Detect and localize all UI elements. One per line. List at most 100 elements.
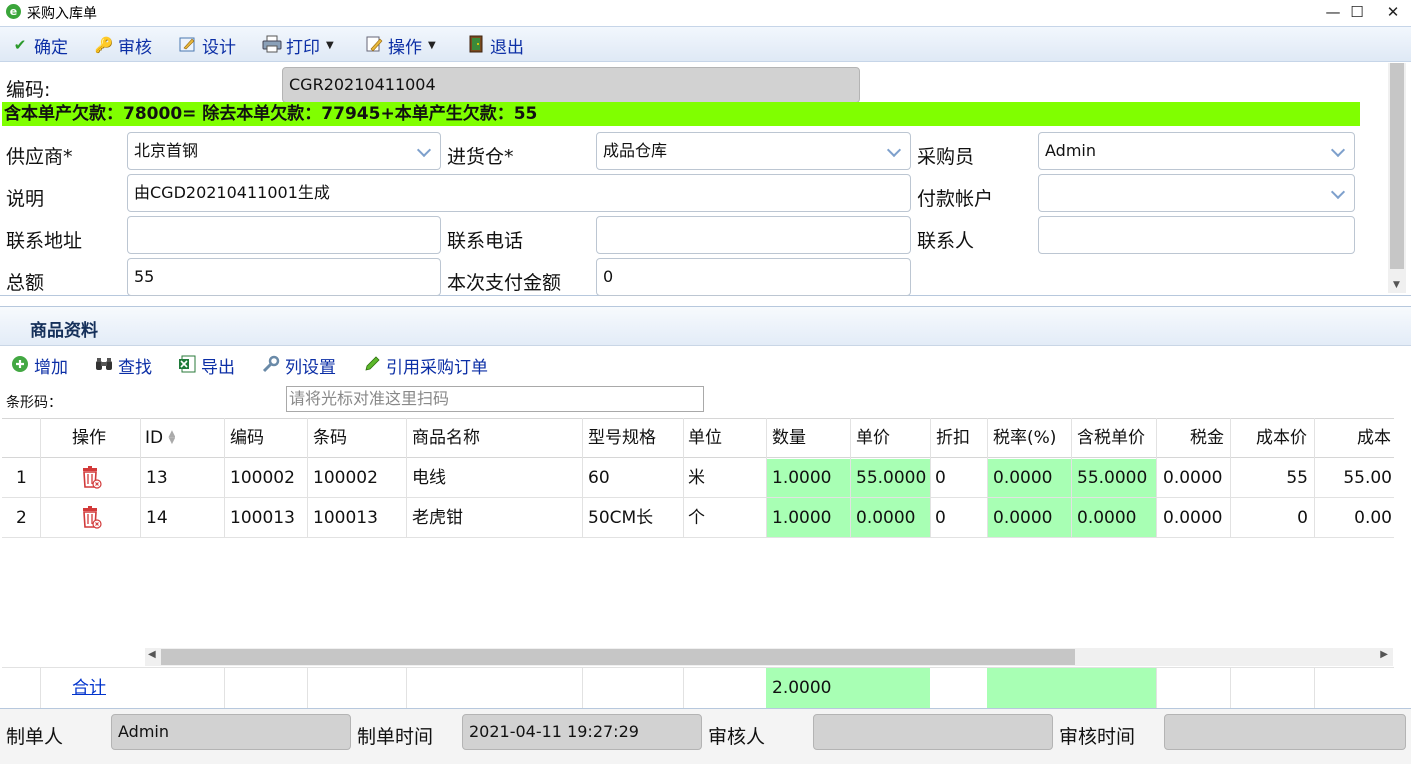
goods-panel-header: 商品资料: [0, 306, 1411, 346]
delete-row-icon[interactable]: [80, 465, 102, 489]
audit-label: 审核: [118, 37, 152, 58]
note-input[interactable]: 由CGD20210411001生成: [127, 174, 911, 212]
grid-horizontal-scrollbar[interactable]: ◀ ▶: [145, 648, 1393, 666]
cell-taxprice[interactable]: 0.0000: [1077, 508, 1136, 528]
chevron-down-icon[interactable]: [1324, 133, 1354, 169]
col-header-code[interactable]: 编码: [230, 428, 264, 448]
chevron-down-icon[interactable]: [1324, 175, 1354, 211]
address-input[interactable]: [127, 216, 441, 254]
column-settings-button[interactable]: 列设置: [261, 353, 336, 378]
col-header-discount[interactable]: 折扣: [936, 428, 970, 448]
cell-costprice: 55: [1286, 468, 1308, 488]
contact-input[interactable]: [1038, 216, 1355, 254]
col-header-spec[interactable]: 型号规格: [588, 428, 656, 448]
scroll-left-icon[interactable]: ◀: [148, 649, 156, 660]
col-header-id-label: ID: [145, 428, 164, 448]
total-input[interactable]: 55: [127, 258, 441, 296]
cell-price[interactable]: 55.0000: [856, 468, 926, 488]
delete-row-icon[interactable]: [80, 505, 102, 529]
export-button[interactable]: 导出: [177, 353, 235, 378]
scroll-down-icon[interactable]: ▼: [1393, 280, 1400, 290]
find-button[interactable]: 查找: [94, 353, 152, 378]
col-header-costprice[interactable]: 成本价: [1256, 428, 1307, 448]
print-button[interactable]: 打印 ▼: [262, 33, 334, 58]
phone-input[interactable]: [596, 216, 911, 254]
payment-input[interactable]: 0: [596, 258, 911, 296]
edit-document-icon: [364, 35, 384, 55]
exit-label: 退出: [490, 37, 524, 58]
pencil-icon: [362, 355, 382, 375]
account-select[interactable]: [1038, 174, 1355, 212]
warehouse-select[interactable]: 成品仓库: [596, 132, 911, 170]
barcode-input[interactable]: 请将光标对准这里扫码: [286, 386, 704, 412]
scroll-right-icon[interactable]: ▶: [1380, 649, 1388, 660]
debt-summary-bar: 含本单产欠款：78000= 除去本单欠款：77945+本单产生欠款：55: [2, 102, 1360, 126]
chevron-down-icon[interactable]: [880, 133, 910, 169]
sum-link[interactable]: 合计: [72, 678, 106, 698]
col-header-price[interactable]: 单价: [856, 428, 890, 448]
add-icon: [10, 355, 30, 375]
col-header-qty[interactable]: 数量: [772, 428, 806, 448]
cell-cost: 55.00: [1343, 468, 1392, 488]
cell-spec: 50CM长: [588, 508, 654, 528]
phone-label: 联系电话: [447, 230, 524, 252]
col-header-barcode[interactable]: 条码: [313, 428, 347, 448]
maker-field[interactable]: Admin: [111, 714, 351, 750]
cell-taxprice[interactable]: 55.0000: [1077, 468, 1147, 488]
sum-price-bg: [850, 668, 930, 708]
col-header-name[interactable]: 商品名称: [412, 428, 480, 448]
scrollbar-thumb[interactable]: [161, 649, 1075, 665]
exit-button[interactable]: 退出: [466, 33, 524, 58]
code-field[interactable]: CGR20210411004: [282, 67, 860, 103]
col-header-id[interactable]: ID ▲ ▼: [145, 428, 175, 448]
cell-qty[interactable]: 1.0000: [772, 508, 831, 528]
address-label: 联系地址: [6, 230, 83, 252]
confirm-button[interactable]: ✔ 确定: [10, 33, 68, 58]
chevron-down-icon[interactable]: [410, 133, 440, 169]
total-label: 总额: [6, 272, 45, 294]
form-scrollbar[interactable]: ▼: [1388, 63, 1406, 293]
cell-barcode: 100002: [313, 468, 378, 488]
cell-qty[interactable]: 1.0000: [772, 468, 831, 488]
col-header-cost[interactable]: 成本: [1357, 428, 1391, 448]
design-button[interactable]: 设计: [178, 33, 236, 58]
binoculars-icon: [94, 355, 114, 375]
cell-taxrate[interactable]: 0.0000: [993, 508, 1052, 528]
make-time-field[interactable]: 2021-04-11 19:27:29: [462, 714, 702, 750]
warehouse-label: 进货仓*: [447, 146, 514, 168]
find-label: 查找: [118, 357, 152, 378]
cell-taxrate[interactable]: 0.0000: [993, 468, 1052, 488]
col-header-unit[interactable]: 单位: [688, 428, 722, 448]
cell-tax: 0.0000: [1163, 508, 1223, 528]
buyer-label: 采购员: [917, 146, 975, 168]
cell-discount: 0: [935, 508, 946, 528]
design-icon: [178, 35, 198, 55]
ref-purchase-order-button[interactable]: 引用采购订单: [362, 353, 488, 378]
checkmark-icon: ✔: [13, 36, 27, 54]
col-header-taxrate[interactable]: 税率(%): [993, 428, 1056, 448]
scrollbar-thumb[interactable]: [1390, 63, 1404, 269]
operate-menu-button[interactable]: 操作 ▼: [364, 33, 436, 58]
window-title: 采购入库单: [27, 6, 97, 22]
warehouse-value: 成品仓库: [603, 141, 668, 160]
key-icon: 🔑: [94, 36, 114, 54]
export-label: 导出: [201, 357, 235, 378]
barcode-label: 条形码：: [6, 395, 62, 411]
account-label: 付款帐户: [917, 188, 994, 210]
exit-door-icon: [466, 35, 486, 55]
supplier-select[interactable]: 北京首钢: [127, 132, 441, 170]
cell-code: 100013: [230, 508, 295, 528]
print-label: 打印: [286, 37, 320, 58]
buyer-value: Admin: [1045, 141, 1096, 160]
add-item-button[interactable]: 增加: [10, 353, 68, 378]
col-header-tax[interactable]: 税金: [1190, 428, 1224, 448]
chevron-down-icon: ▼: [428, 39, 436, 51]
audit-button[interactable]: 🔑 审核: [94, 33, 152, 58]
audit-time-field[interactable]: [1164, 714, 1406, 750]
close-button[interactable]: ✕: [1370, 0, 1411, 24]
auditor-field[interactable]: [813, 714, 1053, 750]
cell-price[interactable]: 0.0000: [856, 508, 915, 528]
buyer-select[interactable]: Admin: [1038, 132, 1355, 170]
col-header-taxprice[interactable]: 含税单价: [1077, 428, 1145, 448]
sort-icon: ▲ ▼: [168, 429, 176, 446]
